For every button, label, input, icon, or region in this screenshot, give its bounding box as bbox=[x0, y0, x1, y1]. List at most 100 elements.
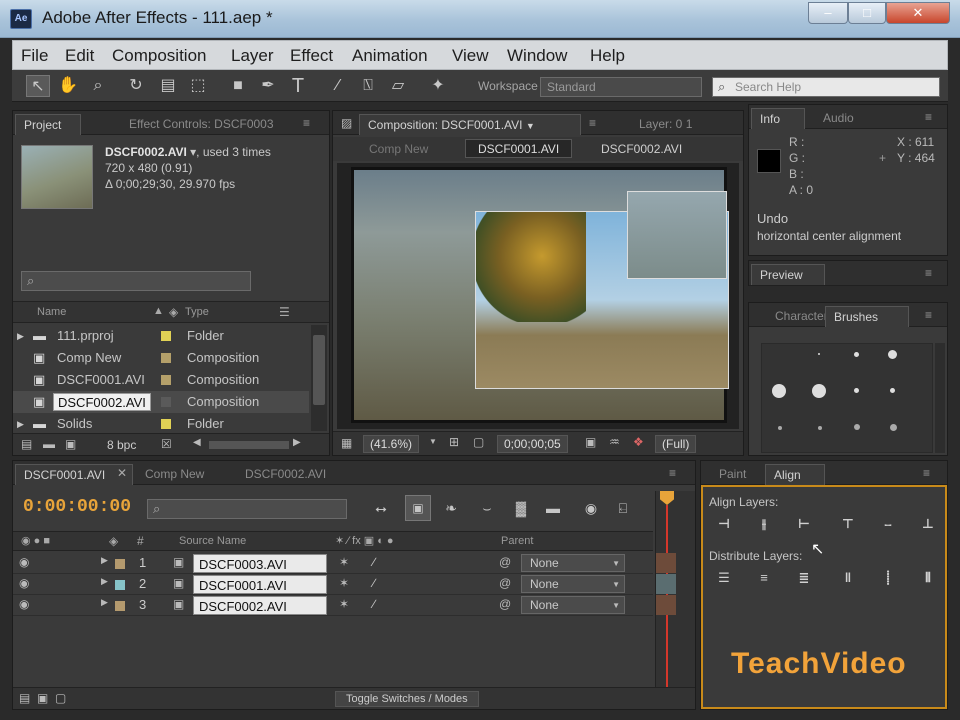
align-left-icon[interactable]: ⊣ bbox=[711, 513, 737, 535]
layer-row[interactable]: ◉ ▶ 1 ▣ DSCF0003.AVI ✶ ∕ @ None bbox=[13, 553, 653, 574]
tab-timeline-comp-new[interactable]: Comp New bbox=[137, 464, 212, 485]
parent-pickwhip-icon[interactable]: @ bbox=[499, 555, 511, 569]
pan-behind-tool-icon[interactable]: ⬚ bbox=[186, 75, 210, 97]
menu-edit[interactable]: Edit bbox=[65, 46, 94, 66]
search-help-input[interactable]: Search Help bbox=[712, 77, 940, 97]
hand-tool-icon[interactable]: ✋ bbox=[56, 75, 80, 97]
menu-animation[interactable]: Animation bbox=[352, 46, 428, 66]
parent-dropdown[interactable]: None bbox=[521, 554, 625, 572]
project-item-selected[interactable]: ▣ DSCF0002.AVI Composition bbox=[13, 391, 309, 413]
parent-dropdown[interactable]: None bbox=[521, 575, 625, 593]
parent-pickwhip-icon[interactable]: @ bbox=[499, 597, 511, 611]
lock-icon[interactable]: ▨ bbox=[341, 116, 352, 130]
tab-layer[interactable]: Layer: 0 1 bbox=[631, 114, 700, 135]
tab-timeline-dscf0002[interactable]: DSCF0002.AVI bbox=[237, 464, 334, 485]
collapse-switch-icon[interactable]: ✶ bbox=[339, 576, 349, 590]
expand-arrow-icon[interactable]: ▶ bbox=[101, 597, 108, 608]
menu-file[interactable]: File bbox=[21, 46, 48, 66]
rotate-tool-icon[interactable]: ↻ bbox=[124, 75, 148, 97]
layer-bar[interactable] bbox=[656, 553, 676, 573]
brush-tip[interactable] bbox=[772, 384, 786, 398]
breadcrumb-item[interactable]: Comp New bbox=[369, 142, 428, 156]
video-visibility-icon[interactable]: ◉ bbox=[19, 555, 29, 569]
tab-timeline-dscf0001[interactable]: DSCF0001.AVI bbox=[15, 464, 133, 485]
selection-tool-icon[interactable]: ↖ bbox=[26, 75, 50, 97]
rectangle-tool-icon[interactable]: ■ bbox=[226, 75, 250, 97]
layer-row[interactable]: ◉ ▶ 2 ▣ DSCF0001.AVI ✶ ∕ @ None bbox=[13, 574, 653, 595]
distribute-right-icon[interactable]: ⫴ bbox=[915, 567, 941, 589]
brush-tip[interactable] bbox=[818, 353, 820, 355]
draft-3d-icon[interactable]: ❧ bbox=[439, 499, 463, 517]
project-search-input[interactable] bbox=[21, 271, 251, 291]
brush-tips-grid[interactable] bbox=[761, 343, 933, 453]
panel-menu-icon[interactable]: ≡ bbox=[669, 466, 676, 480]
brush-tip[interactable] bbox=[854, 424, 860, 430]
panel-menu-icon[interactable]: ≡ bbox=[923, 466, 930, 480]
chevron-down-icon[interactable]: ▼ bbox=[429, 437, 437, 446]
magnification-dropdown[interactable]: (41.6%) bbox=[363, 435, 420, 453]
workspace-dropdown[interactable]: Standard bbox=[540, 77, 702, 97]
menu-layer[interactable]: Layer bbox=[231, 46, 274, 66]
panel-menu-icon[interactable]: ≡ bbox=[589, 116, 596, 130]
expand-arrow-icon[interactable]: ▶ bbox=[17, 413, 24, 431]
time-indicator-icon[interactable] bbox=[660, 491, 674, 505]
distribute-bottom-icon[interactable]: ≣ bbox=[791, 567, 817, 589]
grid-icon[interactable]: ⊞ bbox=[449, 435, 459, 449]
color-channels-icon[interactable]: ❖ bbox=[633, 435, 644, 449]
layer-label-swatch[interactable] bbox=[115, 559, 125, 569]
brush-tool-icon[interactable]: ∕ bbox=[326, 75, 350, 97]
parent-dropdown[interactable]: None bbox=[521, 596, 625, 614]
column-source-name[interactable]: Source Name bbox=[179, 535, 246, 547]
tab-align[interactable]: Align bbox=[765, 464, 825, 485]
frame-blending-icon[interactable]: ▓ bbox=[509, 499, 533, 517]
tab-audio[interactable]: Audio bbox=[815, 108, 862, 129]
puppet-tool-icon[interactable]: ✦ bbox=[426, 75, 450, 97]
brush-tip[interactable] bbox=[812, 384, 826, 398]
tab-preview[interactable]: Preview bbox=[751, 264, 825, 285]
layer-name[interactable]: DSCF0002.AVI bbox=[193, 596, 327, 615]
resolution-dropdown[interactable]: (Full) bbox=[655, 435, 697, 453]
expand-arrow-icon[interactable]: ▶ bbox=[17, 325, 24, 347]
rename-field[interactable]: DSCF0002.AVI bbox=[53, 393, 151, 411]
brainstorm-icon[interactable]: ◉ bbox=[579, 499, 603, 517]
tab-project[interactable]: Project bbox=[15, 114, 81, 135]
camera-tool-icon[interactable]: ▤ bbox=[156, 75, 180, 97]
layer-label-swatch[interactable] bbox=[115, 580, 125, 590]
layer-name[interactable]: DSCF0001.AVI bbox=[193, 575, 327, 594]
panel-menu-icon[interactable]: ≡ bbox=[925, 110, 932, 124]
video-visibility-icon[interactable]: ◉ bbox=[19, 576, 29, 590]
tab-composition[interactable]: Composition: DSCF0001.AVI ▼ bbox=[359, 114, 581, 135]
align-horizontal-center-icon[interactable]: ⫲ bbox=[751, 513, 777, 535]
close-tab-icon[interactable]: ✕ bbox=[117, 466, 127, 480]
label-color-swatch[interactable] bbox=[161, 353, 171, 363]
type-tool-icon[interactable]: T bbox=[286, 75, 310, 97]
expand-arrow-icon[interactable]: ▶ bbox=[101, 555, 108, 566]
project-item[interactable]: ▣ DSCF0001.AVI Composition bbox=[13, 369, 309, 391]
minimize-button[interactable]: ‒ bbox=[808, 2, 848, 24]
menu-effect[interactable]: Effect bbox=[290, 46, 333, 66]
always-preview-icon[interactable]: ▦ bbox=[341, 436, 352, 450]
align-vertical-center-icon[interactable]: ⧿ bbox=[875, 513, 901, 535]
label-color-swatch[interactable] bbox=[161, 331, 171, 341]
brushes-scrollbar[interactable] bbox=[935, 343, 945, 453]
collapse-switch-icon[interactable]: ✶ bbox=[339, 597, 349, 611]
column-type[interactable]: Type bbox=[185, 306, 209, 318]
column-options-icon[interactable]: ☰ bbox=[279, 305, 290, 319]
live-update-icon[interactable]: ▣ bbox=[405, 495, 431, 521]
menu-window[interactable]: Window bbox=[507, 46, 567, 66]
timeline-search-input[interactable] bbox=[147, 499, 347, 519]
time-graph[interactable] bbox=[655, 491, 695, 703]
quality-switch-icon[interactable]: ∕ bbox=[373, 555, 375, 569]
current-time-field[interactable]: 0;00;00;05 bbox=[497, 435, 568, 453]
mask-visibility-icon[interactable]: ▢ bbox=[473, 435, 484, 449]
brush-tip[interactable] bbox=[854, 352, 859, 357]
snapshot-icon[interactable]: ▣ bbox=[585, 435, 596, 449]
layer-row[interactable]: ◉ ▶ 3 ▣ DSCF0002.AVI ✶ ∕ @ None bbox=[13, 595, 653, 616]
layer-bar[interactable] bbox=[656, 595, 676, 615]
new-folder-icon[interactable]: ▬ bbox=[43, 437, 55, 451]
distribute-top-icon[interactable]: ☰ bbox=[711, 567, 737, 589]
menu-composition[interactable]: Composition bbox=[112, 46, 207, 66]
new-composition-icon[interactable]: ▣ bbox=[65, 437, 76, 451]
brush-tip[interactable] bbox=[888, 350, 897, 359]
collapse-switch-icon[interactable]: ✶ bbox=[339, 555, 349, 569]
